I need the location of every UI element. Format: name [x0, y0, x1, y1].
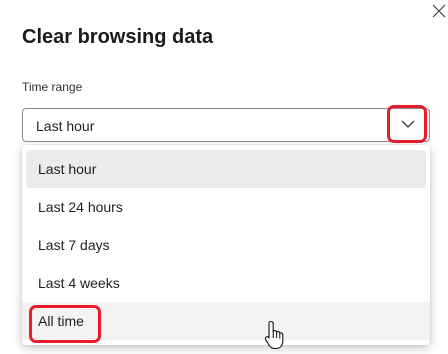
dialog-title: Clear browsing data — [22, 26, 214, 48]
close-button[interactable] — [430, 2, 448, 20]
time-range-selected-value: Last hour — [36, 118, 95, 134]
time-range-dropdown-toggle[interactable] — [387, 105, 427, 143]
option-label: Last 24 hours — [38, 199, 123, 215]
all-time-highlight — [29, 305, 101, 343]
option-label: Last 4 weeks — [38, 275, 120, 291]
time-range-label: Time range — [22, 80, 83, 94]
option-last-4-weeks[interactable]: Last 4 weeks — [22, 264, 430, 302]
option-last-hour[interactable]: Last hour — [26, 150, 426, 188]
clear-browsing-data-dialog: Clear browsing data Time range Last hour… — [0, 0, 448, 354]
option-last-24-hours[interactable]: Last 24 hours — [22, 188, 430, 226]
option-label: Last hour — [38, 161, 97, 177]
option-last-7-days[interactable]: Last 7 days — [22, 226, 430, 264]
option-label: Last 7 days — [38, 237, 110, 253]
chevron-down-icon — [401, 120, 415, 128]
hand-pointer-icon — [264, 320, 284, 350]
time-range-select[interactable]: Last hour — [22, 105, 430, 143]
time-range-options-list: Last hour Last 24 hours Last 7 days Last… — [22, 145, 430, 345]
close-icon — [432, 4, 446, 18]
option-all-time[interactable]: All time — [22, 302, 430, 343]
